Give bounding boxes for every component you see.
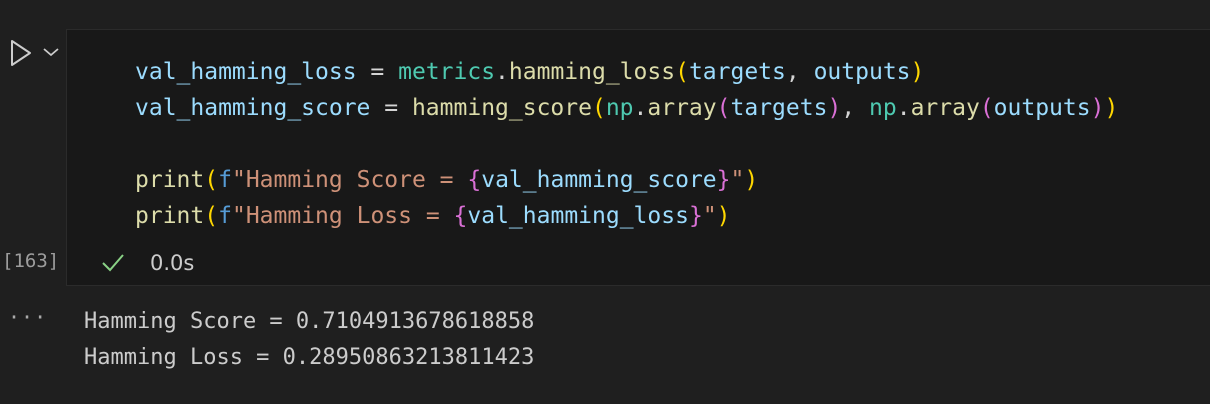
code-token: } xyxy=(716,167,731,193)
code-line[interactable]: print(f"Hamming Loss = {val_hamming_loss… xyxy=(135,198,1210,234)
code-token: ) xyxy=(1090,95,1105,121)
output-actions-button[interactable]: ··· xyxy=(8,305,47,329)
code-token: ) xyxy=(1104,95,1119,121)
code-token: ( xyxy=(591,95,606,121)
code-token: = xyxy=(370,95,412,121)
code-token: . xyxy=(633,95,648,121)
play-icon xyxy=(11,40,31,66)
code-token: ) xyxy=(716,203,731,229)
code-token: array xyxy=(647,95,717,121)
code-token: val_hamming_loss xyxy=(467,203,689,229)
code-line[interactable]: val_hamming_loss = metrics.hamming_loss(… xyxy=(135,54,1210,90)
run-options-button[interactable] xyxy=(40,42,62,62)
code-token: } xyxy=(688,203,703,229)
code-line[interactable] xyxy=(135,126,1210,162)
code-token: "Hamming Score = xyxy=(231,167,468,193)
code-token: ( xyxy=(204,203,219,229)
execution-count: [163] xyxy=(2,250,60,272)
cell-output: Hamming Score = 0.7104913678618858 Hammin… xyxy=(84,304,534,376)
code-token: = xyxy=(356,59,399,85)
code-token: ( xyxy=(979,95,994,121)
code-token: print xyxy=(135,203,205,229)
code-token: ( xyxy=(675,59,689,85)
code-token: hamming_loss xyxy=(508,59,676,85)
code-token: ) xyxy=(744,167,759,193)
code-token: np xyxy=(605,95,634,121)
code-token: { xyxy=(467,167,482,193)
code-token: . xyxy=(495,59,509,85)
code-editor[interactable]: val_hamming_loss = metrics.hamming_loss(… xyxy=(135,54,1210,234)
code-token: , xyxy=(785,59,814,85)
code-token: outputs xyxy=(993,95,1091,121)
code-token: array xyxy=(910,95,980,121)
code-line[interactable]: val_hamming_score = hamming_score(np.arr… xyxy=(135,90,1210,126)
code-token: . xyxy=(896,95,911,121)
run-toolbar xyxy=(4,38,64,68)
code-token: targets xyxy=(688,59,786,85)
code-token: f xyxy=(218,167,232,193)
code-token: metrics xyxy=(398,59,496,85)
code-token: print xyxy=(135,167,205,193)
code-token: ( xyxy=(716,95,731,121)
code-token: val_hamming_score xyxy=(135,95,371,121)
code-token: , xyxy=(841,95,869,121)
code-token: " xyxy=(730,167,745,193)
code-token: f xyxy=(218,203,232,229)
code-token: hamming_score xyxy=(411,95,592,121)
execution-time: 0.0s xyxy=(150,251,195,275)
output-line: Hamming Loss = 0.28950863213811423 xyxy=(84,345,535,370)
code-cell[interactable]: val_hamming_loss = metrics.hamming_loss(… xyxy=(66,29,1210,286)
output-line: Hamming Score = 0.7104913678618858 xyxy=(84,309,535,334)
code-token: ) xyxy=(910,59,925,85)
code-line[interactable]: print(f"Hamming Score = {val_hamming_sco… xyxy=(135,162,1210,198)
code-token: ( xyxy=(204,167,219,193)
check-icon xyxy=(102,254,124,272)
code-token: np xyxy=(869,95,897,121)
code-token: outputs xyxy=(813,59,911,85)
code-token: " xyxy=(702,203,717,229)
code-token: val_hamming_score xyxy=(481,167,717,193)
code-token: ) xyxy=(827,95,842,121)
code-token: val_hamming_loss xyxy=(135,59,357,85)
chevron-down-icon xyxy=(43,48,59,57)
code-token: { xyxy=(453,203,468,229)
run-cell-button[interactable] xyxy=(8,38,34,68)
code-token: "Hamming Loss = xyxy=(231,203,454,229)
code-token: targets xyxy=(730,95,828,121)
